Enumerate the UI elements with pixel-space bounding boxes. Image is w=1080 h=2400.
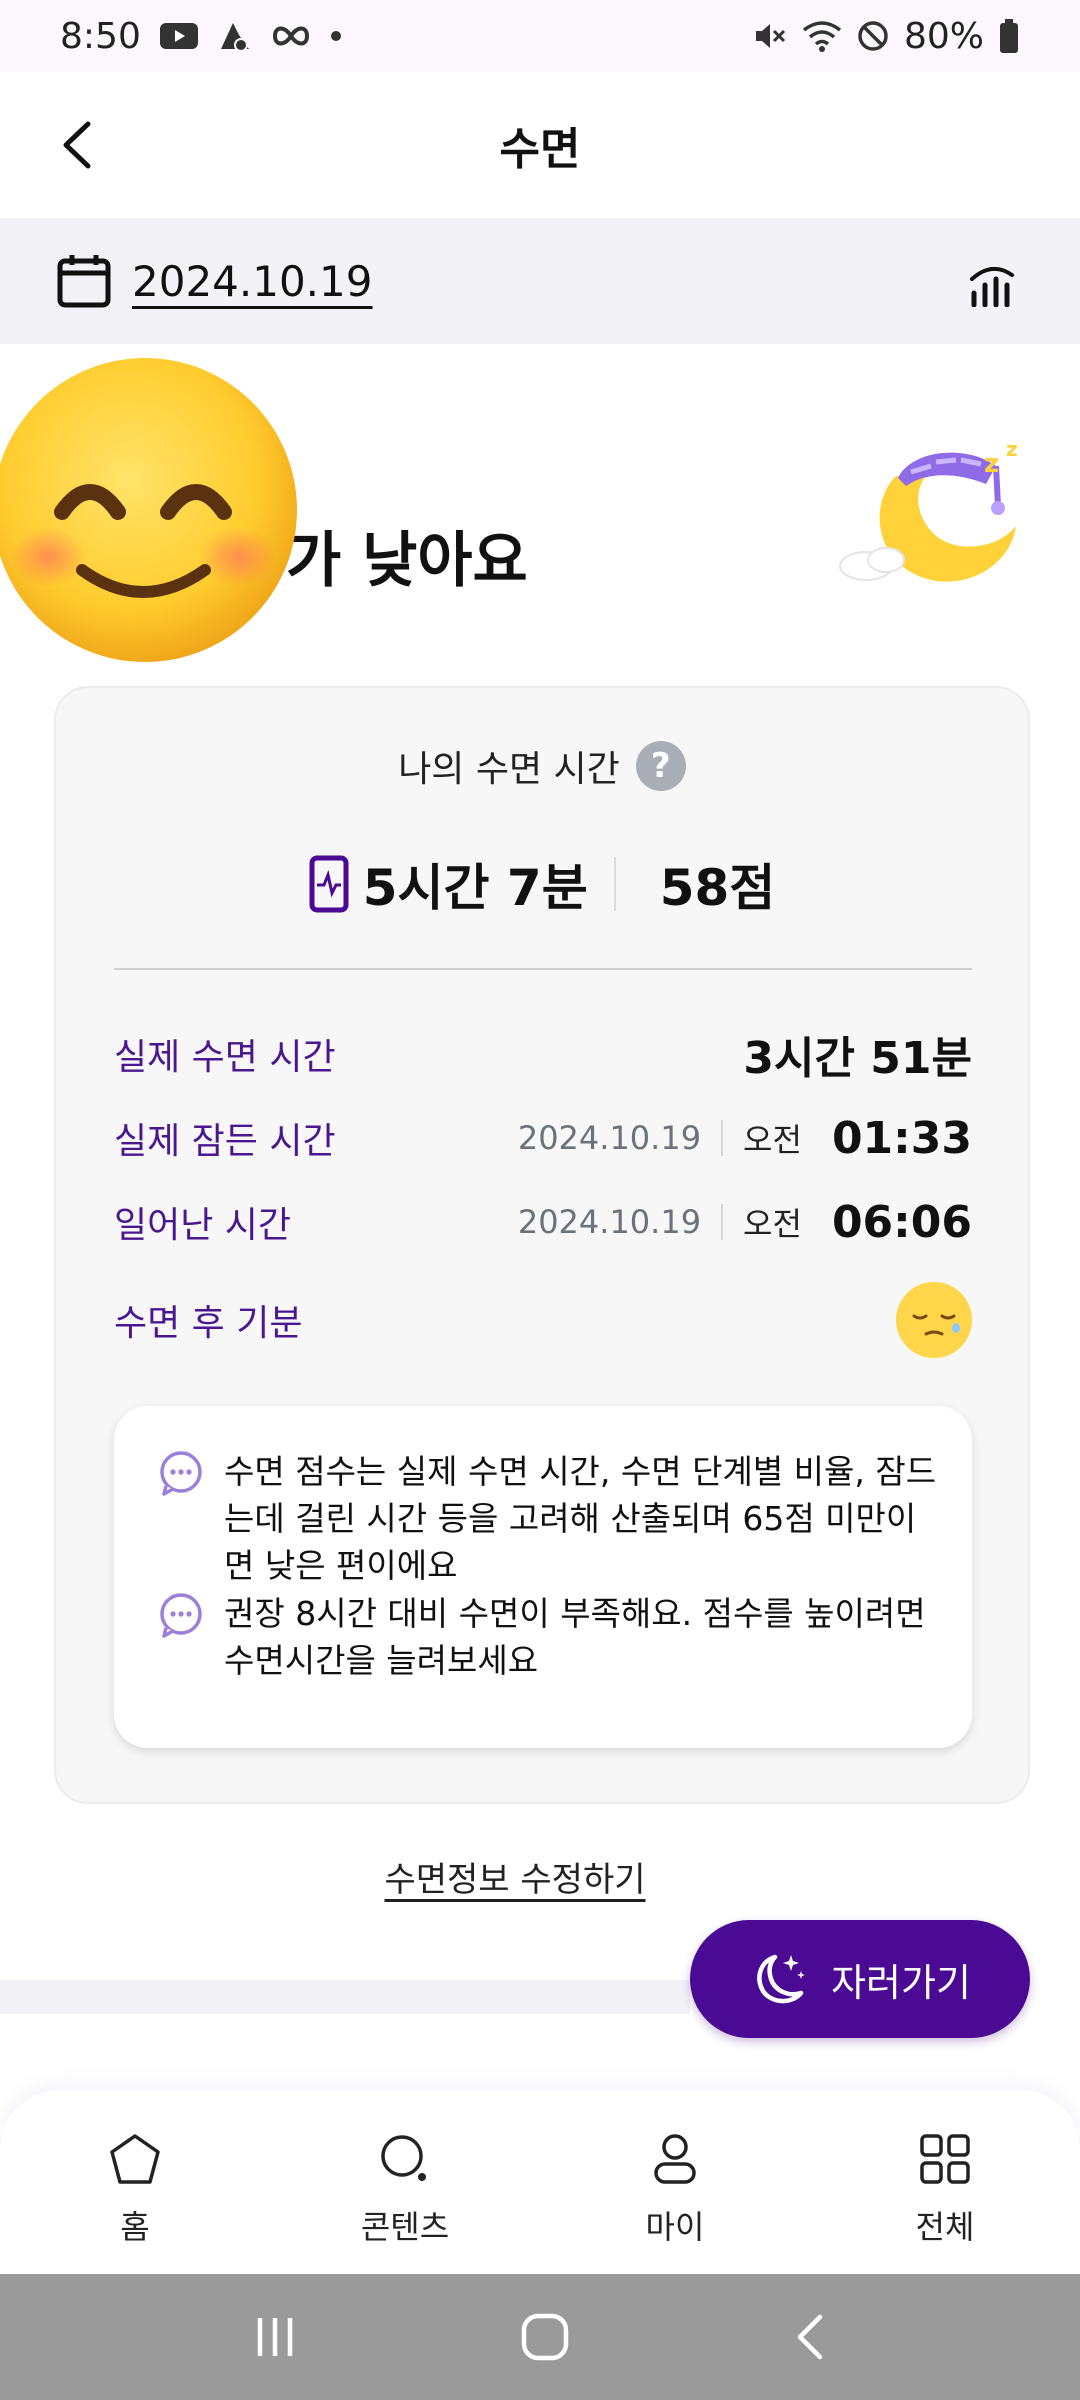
wake-up-label: 일어난 시간 (114, 1205, 292, 1246)
stats-button[interactable] (960, 249, 1024, 313)
go-to-sleep-button[interactable]: 자러가기 (690, 1920, 1030, 2038)
date-bar: 2024.10.19 (0, 218, 1080, 344)
date-selector[interactable]: 2024.10.19 (132, 257, 372, 306)
actual-sleep-value: 3시간 51분 (743, 1033, 972, 1084)
battery-icon (1000, 19, 1018, 53)
wake-up-row: 일어난 시간 2024.10.19 오전 06:06 (114, 1192, 972, 1252)
fell-asleep-date: 2024.10.19 (517, 1119, 702, 1157)
section-divider (0, 1980, 690, 2014)
bottom-navigation: 홈 콘텐츠 마이 전체 (0, 2090, 1080, 2274)
nav-all[interactable]: 전체 (810, 2090, 1080, 2274)
go-to-sleep-label: 자러가기 (831, 1960, 971, 2005)
fell-asleep-row: 실제 잠든 시간 2024.10.19 오전 01:33 (114, 1108, 972, 1168)
help-icon[interactable]: ? (635, 741, 686, 791)
wake-up-time: 06:06 (831, 1196, 972, 1248)
nav-all-label: 전체 (915, 2208, 975, 2246)
sleeping-moon-illustration: z z (839, 437, 1018, 582)
nav-my-label: 마이 (645, 2208, 705, 2246)
chevron-left-icon (63, 121, 91, 169)
youtube-icon (159, 23, 198, 49)
smiling-emoji-sticker (0, 358, 297, 662)
fell-asleep-ampm: 오전 (743, 1121, 802, 1159)
chat-bubble-icon (160, 1451, 202, 1496)
battery-level: 80% (903, 15, 984, 57)
summary-divider (613, 857, 616, 911)
chat-bubble-icon (160, 1593, 202, 1638)
dnd-icon (858, 21, 888, 51)
fell-asleep-time: 01:33 (831, 1112, 972, 1164)
wake-up-separator (721, 1204, 724, 1240)
recents-icon[interactable] (250, 2312, 300, 2362)
phone-sleep-icon (309, 855, 349, 913)
mood-label: 수면 후 기분 (114, 1303, 303, 1344)
home-button-icon[interactable] (519, 2311, 571, 2363)
wake-up-ampm: 오전 (743, 1205, 802, 1243)
calendar-icon[interactable] (56, 253, 112, 309)
back-button[interactable] (50, 117, 106, 173)
sleepy-face-icon[interactable] (896, 1282, 972, 1358)
nav-home[interactable]: 홈 (0, 2090, 270, 2274)
system-navigation-bar (0, 2274, 1080, 2400)
sleep-summary: 5시간 7분 58점 (56, 848, 1028, 920)
bar-chart-icon (970, 267, 1014, 307)
svg-text:z: z (984, 449, 999, 479)
sleep-score: 58점 (659, 859, 776, 917)
app-header: 수면 (0, 72, 1080, 218)
sleep-duration: 5시간 7분 (362, 859, 588, 917)
dot-icon (330, 31, 341, 41)
tips-card: 수면 점수는 실제 수면 시간, 수면 단계별 비율, 잠드는데 걸린 시간 등… (114, 1406, 972, 1748)
status-time: 8:50 (60, 15, 141, 57)
tip-item: 권장 8시간 대비 수면이 부족해요. 점수를 높이려면 수면시간을 늘려보세요 (158, 1590, 944, 1684)
nav-contents[interactable]: 콘텐츠 (270, 2090, 540, 2274)
tip-text: 권장 8시간 대비 수면이 부족해요. 점수를 높이려면 수면시간을 늘려보세요 (224, 1594, 926, 1680)
actual-sleep-label: 실제 수면 시간 (114, 1037, 336, 1078)
infinity-icon (272, 26, 309, 46)
tip-text: 수면 점수는 실제 수면 시간, 수면 단계별 비율, 잠드는데 걸린 시간 등… (224, 1452, 937, 1585)
svg-text:z: z (1006, 437, 1018, 461)
nav-home-label: 홈 (120, 2208, 150, 2246)
wifi-icon (802, 21, 842, 52)
mute-icon (755, 24, 786, 48)
sleep-summary-card: 나의 수면 시간 ? 5시간 7분 58점 실제 수면 시간 3시간 51분 실… (54, 686, 1030, 1804)
score-headline: 가 낮아요 (286, 526, 528, 596)
actual-sleep-row: 실제 수면 시간 3시간 51분 (114, 1024, 972, 1084)
person-icon (654, 2134, 696, 2184)
back-icon[interactable] (790, 2311, 830, 2363)
fell-asleep-separator (721, 1120, 724, 1156)
home-icon (110, 2134, 160, 2184)
card-divider (114, 968, 972, 970)
fell-asleep-label: 실제 잠든 시간 (114, 1121, 336, 1162)
card-title: 나의 수면 시간 (398, 749, 620, 790)
tip-item: 수면 점수는 실제 수면 시간, 수면 단계별 비율, 잠드는데 걸린 시간 등… (158, 1448, 944, 1589)
game-icon (220, 23, 249, 52)
wake-up-date: 2024.10.19 (517, 1203, 702, 1241)
nav-contents-label: 콘텐츠 (360, 2208, 450, 2246)
page-title: 수면 (499, 124, 581, 175)
grid-icon (920, 2134, 970, 2184)
edit-sleep-info-link[interactable]: 수면정보 수정하기 (0, 1852, 1030, 1901)
search-icon (381, 2135, 426, 2181)
moon-stars-icon (757, 1954, 806, 2004)
status-bar: 8:50 80% (0, 0, 1080, 72)
nav-my[interactable]: 마이 (540, 2090, 810, 2274)
mood-row: 수면 후 기분 (114, 1280, 972, 1360)
